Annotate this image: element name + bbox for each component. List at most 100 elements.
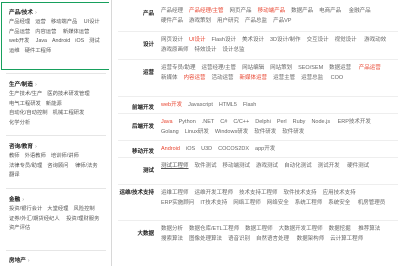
category-link[interactable]: 大堂经理 [47,206,68,212]
job-link[interactable]: Python [179,119,196,125]
job-link[interactable]: 交互设计 [307,37,329,43]
job-link[interactable]: 运维工程师 [161,190,189,196]
category-link[interactable]: 化学分析 [9,120,30,126]
job-link[interactable]: 运营专员/助理 [161,65,196,71]
job-link[interactable]: 游戏策划 [189,18,211,24]
job-link[interactable]: 网络安全 [267,200,289,206]
job-link[interactable]: 数据架构师 [297,236,325,242]
job-link[interactable]: 产品总监 [245,18,267,24]
category-link[interactable]: 培训师/讲师 [51,153,79,159]
job-link[interactable]: 图像处理算法 [189,236,222,242]
category-link[interactable]: UI设计 [84,19,100,25]
job-link[interactable]: 产品运营 [359,65,381,71]
job-link[interactable]: 网站编辑 [242,65,264,71]
category-link[interactable]: 投资/银行会计 [9,206,42,212]
job-link[interactable]: 机房管理员 [358,200,386,206]
job-link[interactable]: 活动运营 [212,75,234,81]
job-link[interactable]: 网络工程师 [233,200,261,206]
job-link[interactable]: web开发 [161,102,182,108]
job-link[interactable]: 网页设计 [161,37,183,43]
job-link[interactable]: 产品经理 [161,8,183,14]
job-link[interactable]: 游戏原画师 [161,47,189,53]
job-link[interactable]: 数据运营 [329,65,351,71]
category-link[interactable]: 产品经理 [9,19,30,25]
job-link[interactable]: 推荐算法 [358,226,380,232]
job-link[interactable]: 游戏测试 [256,163,278,169]
category-link[interactable]: 法律专员/助理 [9,163,42,169]
job-link[interactable]: Delphi [255,119,271,125]
job-link[interactable]: 数据挖掘 [329,226,351,232]
category-link[interactable]: 运营 [35,19,46,25]
category-link[interactable]: 翻译 [9,172,20,178]
job-link[interactable]: 运营总监 [301,75,323,81]
category-link[interactable]: 风险控制 [73,206,94,212]
job-link[interactable]: UI设计 [189,37,206,43]
job-link[interactable]: C/C++ [233,119,249,125]
job-link[interactable]: iOS [186,146,195,152]
job-link[interactable]: 移动端产品 [258,8,286,14]
category-link[interactable]: web开发 [9,38,29,44]
category-link[interactable]: 运维 [9,48,20,54]
job-link[interactable]: 软件技术支持 [284,190,317,196]
job-link[interactable]: U3D [201,146,212,152]
job-link[interactable]: 产品经理/主管 [189,8,224,14]
job-link[interactable]: Perl [277,119,287,125]
job-link[interactable]: 自然语言处理 [256,236,289,242]
category-link[interactable]: Java [36,38,47,44]
job-link[interactable]: 硬件产品 [161,18,183,24]
job-link[interactable]: 数据分析 [161,226,183,232]
job-link[interactable]: 硬件测试 [347,163,369,169]
job-link[interactable]: 系统安全 [328,200,350,206]
category-link[interactable]: 生产技术/生产 [9,91,42,97]
job-link[interactable]: 自动化测试 [284,163,312,169]
job-link[interactable]: COCOS2DX [218,146,249,152]
job-link[interactable]: 内容运营 [184,75,206,81]
category-link[interactable]: 新媒体运营 [63,29,90,35]
job-link[interactable]: 新媒体 [161,75,178,81]
job-link[interactable]: ERP技术开发 [338,119,371,125]
job-link[interactable]: app开发 [255,146,275,152]
category-link[interactable]: iOS [75,38,84,44]
job-link[interactable]: 特效设计 [195,47,217,53]
job-link[interactable]: 网页产品 [230,8,252,14]
category-title[interactable]: 生产/制造 › [9,80,37,88]
job-link[interactable]: COO [331,75,344,81]
job-link[interactable]: 移动端测试 [223,163,251,169]
category-link[interactable]: 内容运营 [35,29,56,35]
job-link[interactable]: 视觉设计 [335,37,357,43]
job-link[interactable]: 游戏动效 [364,37,386,43]
job-link[interactable]: .NET [202,119,215,125]
category-link[interactable]: 资产评估 [9,225,30,231]
job-link[interactable]: 系统工程师 [295,200,323,206]
category-title[interactable]: 咨询/教育 › [9,142,37,150]
job-link[interactable]: Javascript [188,102,213,108]
job-link[interactable]: 应用技术支持 [323,190,356,196]
job-link[interactable]: 产品VP [273,18,291,24]
job-link[interactable]: 美术设计 [242,37,264,43]
job-link[interactable]: 数据产品 [291,8,313,14]
category-link[interactable]: 产品运营 [9,29,30,35]
category-title[interactable]: 产品/技术 › [9,8,37,16]
category-title[interactable]: 房地产 › [9,256,30,264]
job-link[interactable]: 金融产品 [349,8,371,14]
job-link[interactable]: 测试开发 [318,163,340,169]
job-link[interactable]: 数据仓库/ETL工程师 [189,226,239,232]
job-link[interactable]: IT技术支持 [200,200,227,206]
job-link[interactable]: Windows研发 [215,129,248,135]
category-link[interactable]: 教师 [9,153,20,159]
category-link[interactable]: 电气工程研发 [9,101,41,107]
category-link[interactable]: 医药技术研发管理 [47,91,89,97]
category-link[interactable]: Android [52,38,70,44]
job-link[interactable]: 软件研发 [254,129,276,135]
job-link[interactable]: Flash [243,102,256,108]
category-link[interactable]: 律师/法务 [75,163,98,169]
job-link[interactable]: 运维开发工程师 [195,190,234,196]
category-link[interactable]: 硬件工程师 [25,48,52,54]
job-link[interactable]: C# [220,119,227,125]
job-link[interactable]: Ruby [293,119,306,125]
category-link[interactable]: 测试 [89,38,100,44]
category-link[interactable]: 证券/外汇/期货经纪人 [9,216,60,222]
job-link[interactable]: Android [161,146,180,152]
category-link[interactable]: 移动端产品 [51,19,78,25]
job-link[interactable]: 软件研发 [282,129,304,135]
